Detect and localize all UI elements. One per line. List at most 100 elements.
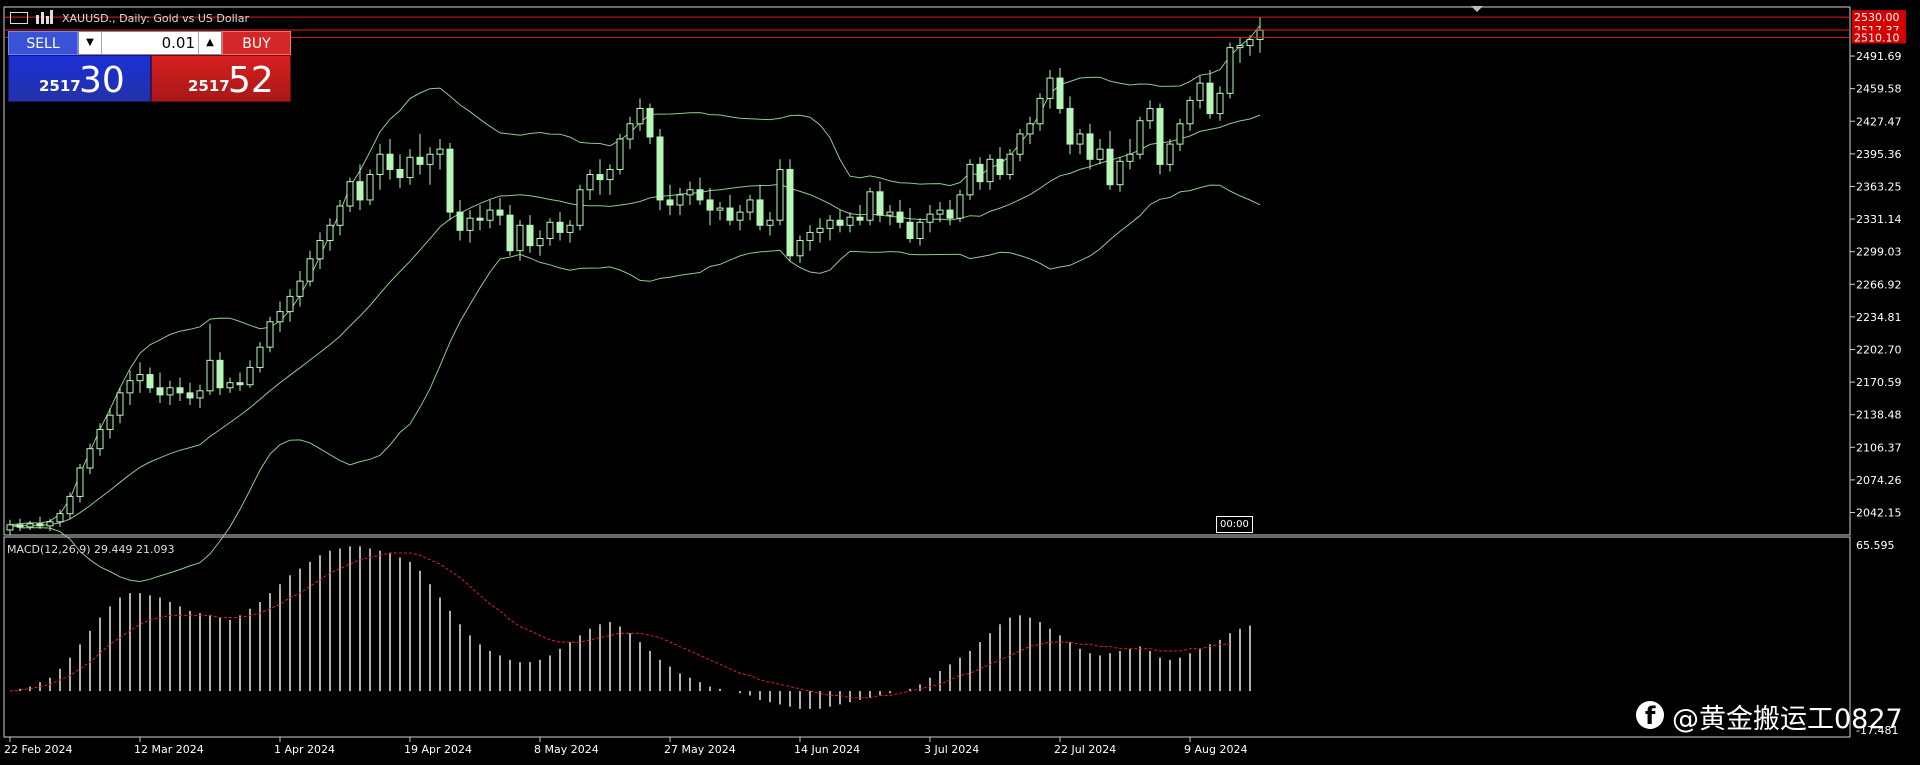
candle-body (566, 224, 574, 233)
facebook-icon: f (1636, 701, 1664, 730)
candle-body (526, 224, 534, 247)
candle-body (316, 240, 324, 260)
bb-middle-line (9, 114, 1261, 527)
lot-stepper[interactable]: ▼ ▲ (78, 31, 222, 55)
price-tag-label: 2530.00 (1854, 11, 1900, 24)
candle-body (1026, 123, 1034, 135)
price-tick-label: 2202.70 (1856, 343, 1902, 356)
candle-body (96, 428, 104, 450)
sell-button[interactable]: SELL (8, 31, 78, 55)
candle-body (516, 224, 524, 252)
price-tick-label: 2299.03 (1856, 246, 1902, 259)
candle-body (286, 295, 294, 313)
candle-body (736, 211, 744, 221)
candle-body (1246, 38, 1254, 47)
chart-area[interactable]: 2491.69 2459.58 2427.47 2395.36 2363.25 2331.… (0, 0, 1920, 761)
candle-body (1116, 160, 1124, 186)
candle-body (1236, 45, 1244, 49)
candle-body (716, 207, 724, 211)
candle-body (276, 311, 284, 323)
lot-decrease-icon[interactable]: ▼ (79, 32, 102, 54)
time-tick-label: 27 May 2024 (664, 743, 736, 756)
price-tick-label: 2234.81 (1856, 311, 1902, 324)
watermark-text: @黄金搬运工0827 (1672, 704, 1903, 735)
candle-body (976, 163, 984, 183)
lot-increase-icon[interactable]: ▲ (198, 32, 221, 54)
candle-body (336, 205, 344, 226)
candle-body (326, 224, 334, 242)
candle-body (576, 189, 584, 226)
candle-body (56, 513, 64, 523)
candle-body (636, 108, 644, 125)
candle-body (1186, 99, 1194, 125)
sell-price-box[interactable]: 2517 30 (8, 55, 151, 102)
candle-body (46, 521, 54, 527)
candle-body (836, 219, 844, 226)
lot-size-input[interactable] (103, 32, 199, 54)
candle-body (1216, 92, 1224, 115)
buy-price-pips: 52 (228, 60, 274, 101)
candle-body (166, 387, 174, 396)
time-label: 00:00 (1216, 516, 1253, 533)
price-tags: 2530.002517.372510.10 (1852, 10, 1906, 44)
candle-body (156, 387, 164, 396)
candle-body (956, 194, 964, 219)
candle-body (926, 213, 934, 223)
candle-body (496, 209, 504, 216)
candle-body (586, 174, 594, 191)
price-tick-label: 2042.15 (1856, 507, 1902, 520)
price-tick-label: 2363.25 (1856, 180, 1902, 193)
chart-type-icon[interactable] (36, 10, 54, 24)
candle-body (296, 280, 304, 297)
candle-body (866, 191, 874, 221)
candle-body (416, 156, 424, 165)
candle-body (1006, 153, 1014, 176)
chart-canvas: 2491.69 2459.58 2427.47 2395.36 2363.25 2331.… (3, 6, 1906, 756)
price-tick-label: 2074.26 (1856, 474, 1902, 487)
candle-body (76, 467, 84, 497)
candle-body (66, 495, 74, 515)
candle-body (696, 189, 704, 201)
buy-price-prefix: 2517 (188, 77, 230, 95)
candle-body (1176, 123, 1184, 145)
candle-body (226, 382, 234, 389)
candle-body (1146, 108, 1154, 122)
candle-body (236, 382, 244, 386)
candle-body (646, 108, 654, 138)
candle-body (896, 211, 904, 223)
candle-body (1106, 148, 1114, 186)
candle-body (366, 174, 374, 201)
time-tick-label: 22 Feb 2024 (4, 743, 72, 756)
candle-body (1046, 77, 1054, 99)
candle-body (386, 153, 394, 170)
menu-grid-icon[interactable] (10, 12, 28, 24)
macd-tick-label: 65.595 (1856, 539, 1895, 552)
candle-body (1036, 97, 1044, 125)
candle-body (356, 181, 364, 201)
macd-histogram (19, 546, 1251, 709)
candle-body (36, 523, 44, 527)
price-tick-label: 2459.58 (1856, 83, 1902, 96)
price-tag-label: 2510.10 (1854, 31, 1900, 44)
candle-body (466, 217, 474, 231)
time-tick-label: 3 Jul 2024 (924, 743, 979, 756)
candle-body (626, 123, 634, 140)
candle-body (436, 148, 444, 155)
candle-body (666, 199, 674, 206)
candle-body (876, 191, 884, 216)
buy-price-box[interactable]: 2517 52 (151, 55, 291, 102)
price-tick-label: 2170.59 (1856, 376, 1902, 389)
candle-body (136, 374, 144, 382)
candle-body (806, 231, 814, 242)
candle-body (456, 211, 464, 231)
candle-body (396, 168, 404, 179)
candle-body (486, 209, 494, 221)
candle-body (846, 216, 854, 226)
candle-body (996, 158, 1004, 176)
candle-body (116, 392, 124, 416)
price-tick-label: 2491.69 (1856, 50, 1902, 63)
candle-body (306, 258, 314, 282)
buy-button[interactable]: BUY (222, 31, 291, 55)
candle-body (946, 209, 954, 219)
shift-marker-icon[interactable] (1471, 6, 1483, 12)
